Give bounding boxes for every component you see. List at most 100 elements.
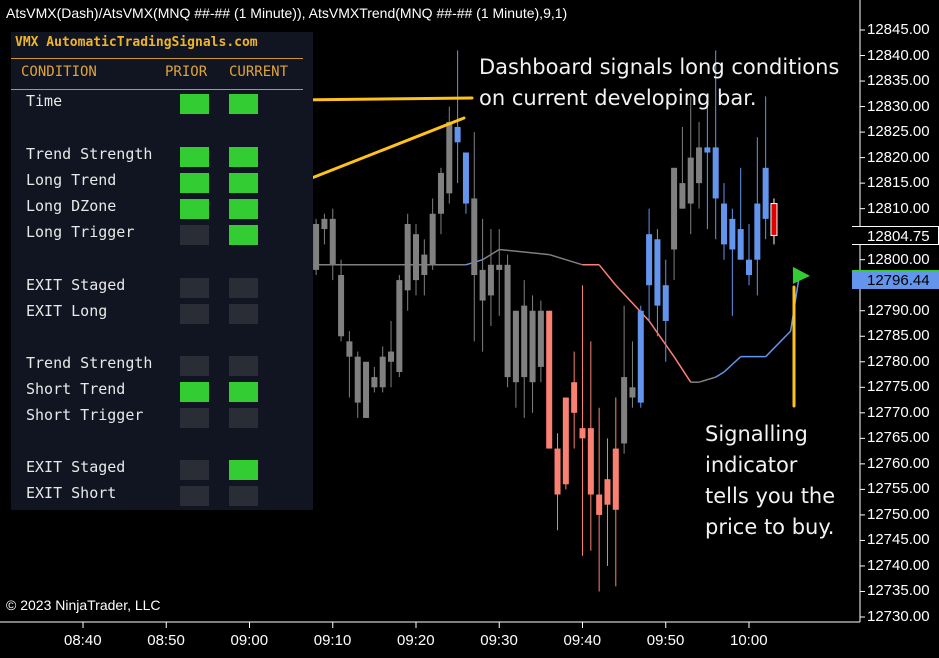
candle xyxy=(462,152,469,214)
indicator-note: Signalling indicator tells you the price… xyxy=(705,419,835,543)
candle xyxy=(504,254,511,388)
y-tick-label: 12730.00 xyxy=(867,608,930,625)
y-tick-label: 12820.00 xyxy=(867,148,930,166)
candle xyxy=(512,310,519,408)
condition-label: Trend Strength xyxy=(26,354,153,372)
y-tick-label: 12825.00 xyxy=(867,123,930,141)
candle-body xyxy=(521,305,528,378)
header-prior: PRIOR xyxy=(165,64,208,80)
candle xyxy=(429,198,436,270)
candle xyxy=(479,218,486,352)
candle-body xyxy=(504,264,511,378)
candle-body xyxy=(487,264,494,296)
candle-body xyxy=(371,377,378,388)
x-tick-label: 09:10 xyxy=(313,632,352,649)
candle xyxy=(529,295,536,413)
candle-body xyxy=(321,218,328,230)
candle-body xyxy=(637,310,644,403)
candle-body xyxy=(737,229,744,260)
x-tick-label: 10:00 xyxy=(730,632,768,649)
candle xyxy=(413,223,419,296)
candle xyxy=(746,223,752,286)
candle-body xyxy=(762,167,769,219)
y-tick-label: 12810.00 xyxy=(867,199,930,217)
y-tick-label: 12755.00 xyxy=(867,480,930,498)
candle xyxy=(371,366,378,393)
candle-body xyxy=(754,203,761,260)
y-tick-label: 12760.00 xyxy=(867,454,930,472)
candle-body xyxy=(746,259,752,276)
x-tick-label: 08:50 xyxy=(147,632,185,649)
current-bar-price-tag: 12804.75 xyxy=(852,226,939,245)
current-status-indicator xyxy=(229,94,258,114)
candle xyxy=(554,433,561,531)
condition-label: EXIT Long xyxy=(26,302,108,320)
current-status-indicator xyxy=(229,460,258,480)
candle-body xyxy=(429,213,436,265)
note-line: Dashboard signals long conditions xyxy=(479,55,840,79)
candle-body xyxy=(729,218,736,250)
candle-body xyxy=(579,428,586,439)
trend-line-segment xyxy=(598,264,617,286)
candle xyxy=(396,275,403,378)
candle xyxy=(762,96,769,240)
candle-body xyxy=(646,234,653,286)
prior-status-indicator xyxy=(180,486,209,506)
x-tick-label: 09:30 xyxy=(480,632,518,649)
condition-label: Long DZone xyxy=(26,197,117,215)
condition-label: Time xyxy=(26,92,63,110)
trend-line-segment xyxy=(698,376,716,383)
x-tick-label: 09:00 xyxy=(230,632,269,649)
candle-body xyxy=(687,157,694,204)
y-tick-label: 12735.00 xyxy=(867,582,930,600)
prior-status-indicator xyxy=(180,199,209,219)
candle xyxy=(604,438,611,566)
candle xyxy=(562,397,569,490)
candle-body xyxy=(654,239,661,306)
note-line: price to buy. xyxy=(705,515,835,539)
header-condition: CONDITION xyxy=(21,64,97,80)
note-line: indicator xyxy=(705,453,798,477)
candle xyxy=(587,341,594,551)
candle xyxy=(546,310,553,449)
current-status-indicator xyxy=(229,173,258,193)
candle xyxy=(621,305,628,454)
candle xyxy=(537,300,544,383)
candle-body xyxy=(471,198,478,276)
x-tick-label: 09:20 xyxy=(397,632,435,649)
candle-body xyxy=(421,254,428,276)
candle-body xyxy=(437,172,444,214)
candle-body xyxy=(621,377,628,444)
candle-body xyxy=(537,310,544,367)
prior-status-indicator xyxy=(180,278,209,298)
candle-body xyxy=(313,223,320,270)
current-status-indicator xyxy=(229,147,258,167)
long-signal-flag-icon xyxy=(792,266,810,284)
candle xyxy=(696,121,703,209)
candle xyxy=(379,346,386,393)
candle xyxy=(754,137,761,296)
condition-label: EXIT Short xyxy=(26,484,117,502)
candle-body xyxy=(529,310,536,383)
candle xyxy=(770,198,778,245)
y-tick-label: 12785.00 xyxy=(867,327,930,345)
candle xyxy=(629,341,636,408)
prior-status-indicator xyxy=(180,94,209,114)
current-status-indicator xyxy=(229,199,258,219)
candle-body xyxy=(404,223,411,291)
candle-body xyxy=(454,126,461,143)
candle xyxy=(737,167,744,260)
candle xyxy=(679,126,686,209)
candle-body xyxy=(612,448,619,510)
condition-label: Short Trend xyxy=(26,380,126,398)
candle xyxy=(704,96,711,230)
condition-label: Long Trigger xyxy=(26,223,135,241)
trend-line-segment xyxy=(673,356,692,383)
candle-body xyxy=(571,382,578,413)
trend-line-segment xyxy=(499,248,550,256)
current-status-indicator xyxy=(229,486,258,506)
candle-body xyxy=(562,397,569,485)
condition-label: Trend Strength xyxy=(26,145,153,163)
y-tick-label: 12800.00 xyxy=(867,250,930,268)
candle xyxy=(612,397,619,587)
